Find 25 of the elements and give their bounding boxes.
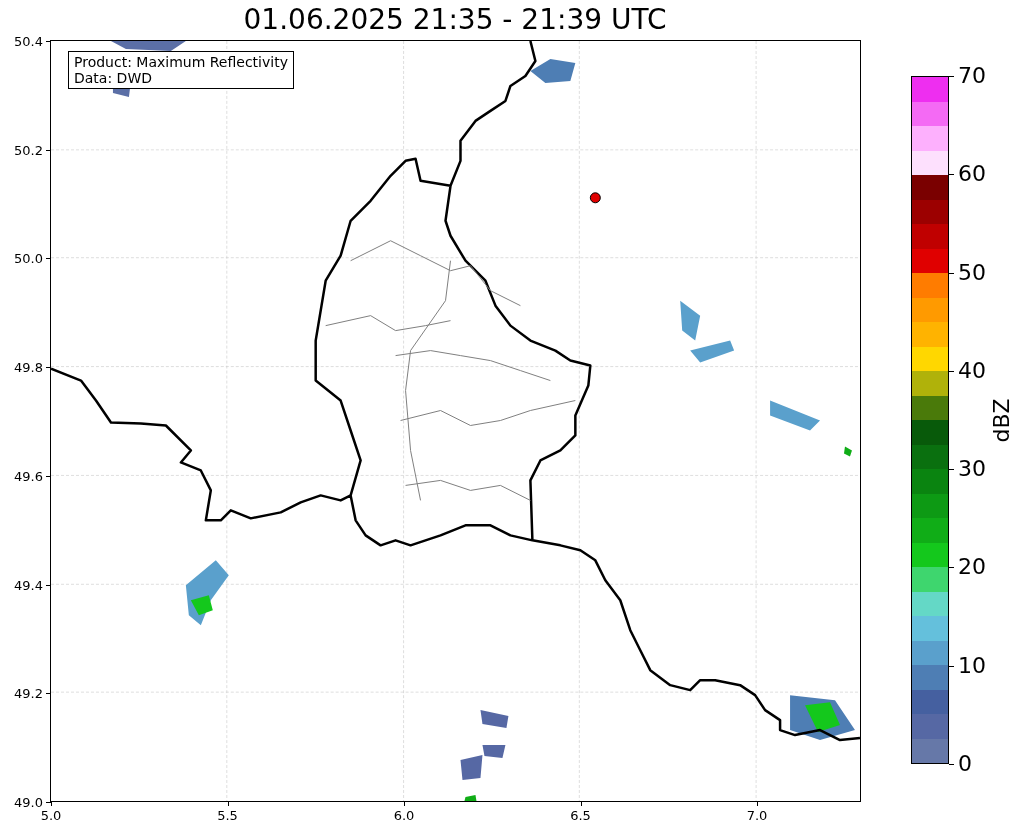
x-tick-label: 6.0: [393, 809, 415, 822]
y-tick-label: 49.6: [14, 469, 43, 483]
colorbar-tick-label: 50: [958, 261, 986, 284]
y-tick-label: 50.2: [14, 143, 43, 157]
info-text: Product: Maximum Reflectivity: [74, 54, 288, 70]
y-tick-label: 49.4: [14, 578, 43, 592]
x-tick-label: 5.0: [40, 809, 62, 822]
y-tick-label: 50.0: [14, 251, 43, 265]
y-tick-label: 49.8: [14, 360, 43, 374]
x-tick-label: 5.5: [217, 809, 238, 822]
colorbar-tick-label: 0: [958, 753, 972, 775]
x-tick-label: 6.5: [570, 809, 591, 822]
colorbar-tick-label: 40: [958, 359, 986, 382]
colorbar-tick-label: 60: [958, 163, 986, 186]
y-tick-label: 49.0: [14, 795, 43, 809]
colorbar-tick-label: 20: [958, 556, 986, 579]
chart-title: 01.06.2025 21:35 - 21:39 UTC: [243, 6, 667, 34]
y-tick-label: 49.2: [14, 686, 43, 700]
colorbar-tick-label: 70: [958, 65, 986, 87]
colorbar-label: dBZ: [987, 397, 1015, 443]
info-text: Data: DWD: [74, 70, 153, 86]
y-tick-label: 50.4: [14, 34, 43, 48]
colorbar-tick-label: 30: [958, 458, 986, 481]
x-tick-label: 7.0: [746, 809, 768, 822]
colorbar-tick-label: 10: [958, 654, 986, 677]
